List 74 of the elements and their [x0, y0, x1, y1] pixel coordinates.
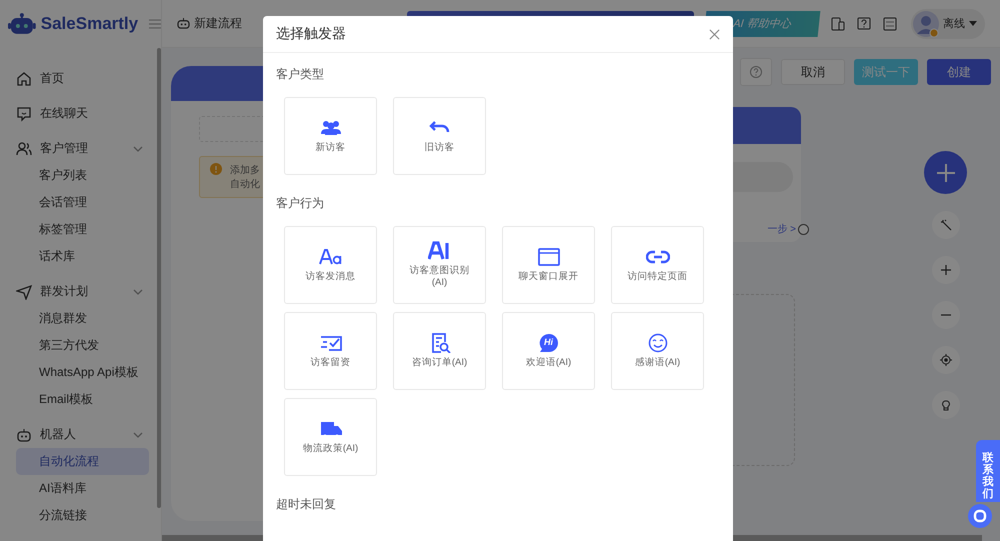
notice-text: 自动化: [230, 178, 260, 191]
toolbar-button[interactable]: 创建: [927, 59, 991, 85]
tips-button[interactable]: [932, 391, 960, 419]
nav-subitem[interactable]: 客户列表: [16, 162, 149, 189]
plus-icon: [940, 264, 952, 276]
nav-subitem[interactable]: 标签管理: [16, 216, 149, 243]
trigger-card[interactable]: 咨询订单(AI): [393, 312, 486, 390]
next-step-link[interactable]: 一步 >: [767, 222, 796, 236]
trigger-card[interactable]: 访客留资: [284, 312, 377, 390]
nav-subitem[interactable]: 分流链接: [16, 502, 149, 529]
card-header: [731, 107, 801, 144]
section-title: 超时未回复: [276, 496, 337, 513]
trigger-card[interactable]: 访客意图识别 (AI): [393, 226, 486, 304]
send-icon: [16, 284, 32, 300]
lightbulb-icon: [940, 399, 952, 411]
nav-subitem[interactable]: 话术库: [16, 243, 149, 270]
nav-subitem[interactable]: 自动化流程: [16, 448, 149, 475]
chevron-icon: [133, 430, 143, 440]
trigger-card[interactable]: 物流政策(AI): [284, 398, 377, 476]
trigger-card[interactable]: Hi 欢迎语(AI): [502, 312, 595, 390]
nav-subitem[interactable]: WhatsApp Api模板: [16, 359, 149, 386]
text-aa-icon: [318, 247, 342, 268]
trigger-card[interactable]: 旧访客: [393, 97, 486, 175]
help-icon[interactable]: [857, 16, 871, 30]
nav-subitem[interactable]: 会话管理: [16, 189, 149, 216]
robot-icon: [16, 426, 32, 442]
close-icon[interactable]: [709, 28, 720, 40]
zoom-in-button[interactable]: [932, 256, 960, 284]
add-button[interactable]: [924, 151, 967, 194]
user-menu[interactable]: 离线: [911, 8, 985, 38]
warning-icon: [210, 163, 222, 175]
nav-item[interactable]: 首页: [16, 65, 149, 92]
section-title: 客户行为: [276, 195, 325, 212]
nav-item[interactable]: 客户管理: [16, 135, 149, 162]
nav-item[interactable]: 在线聊天: [16, 100, 149, 127]
users-icon: [16, 140, 32, 156]
nav-subitem[interactable]: 消息群发: [16, 305, 149, 332]
nav-item[interactable]: 群发计划: [16, 278, 149, 305]
avatar-icon: [913, 10, 939, 36]
home-icon: [16, 70, 32, 86]
nav-subitem[interactable]: Email模板: [16, 386, 149, 413]
contact-us-tab[interactable]: 联系我们: [976, 440, 1000, 502]
help-icon: [750, 66, 762, 78]
brand-name: SaleSmartly: [40, 14, 138, 34]
ai-icon: [428, 241, 452, 262]
input-placeholder: [731, 162, 793, 192]
wand-icon: [940, 219, 952, 231]
caret-icon: [969, 21, 977, 26]
robot-logo-icon: [8, 12, 36, 36]
nav-subitem[interactable]: AI语料库: [16, 475, 149, 502]
target-icon: [940, 354, 952, 366]
locate-button[interactable]: [932, 346, 960, 374]
devices-icon[interactable]: [831, 16, 845, 30]
trigger-card[interactable]: 访问特定页面: [611, 226, 704, 304]
chat-bubble-icon[interactable]: [968, 504, 992, 528]
form-check-icon: [318, 333, 342, 354]
port-handle[interactable]: [798, 224, 809, 234]
toolbar-button[interactable]: 取消: [781, 59, 845, 85]
nav-item[interactable]: 机器人: [16, 421, 149, 448]
trigger-card[interactable]: 聊天窗口展开: [502, 226, 595, 304]
magic-wand-button[interactable]: [932, 211, 960, 239]
chat-icon: [16, 106, 32, 122]
section-title: 客户类型: [276, 66, 325, 83]
plus-icon: [936, 162, 956, 182]
robot-icon: [177, 18, 190, 29]
chevron-icon: [133, 144, 143, 154]
notice-text: 添加多: [230, 164, 260, 177]
window-icon: [536, 247, 560, 268]
nav-subitem[interactable]: 第三方代发: [16, 332, 149, 359]
icon-text: Hi: [544, 338, 553, 347]
trigger-card[interactable]: 感谢语(AI): [611, 312, 704, 390]
trigger-card[interactable]: 访客发消息: [284, 226, 377, 304]
trigger-card[interactable]: 新访客: [284, 97, 377, 175]
chevron-icon: [133, 286, 143, 296]
